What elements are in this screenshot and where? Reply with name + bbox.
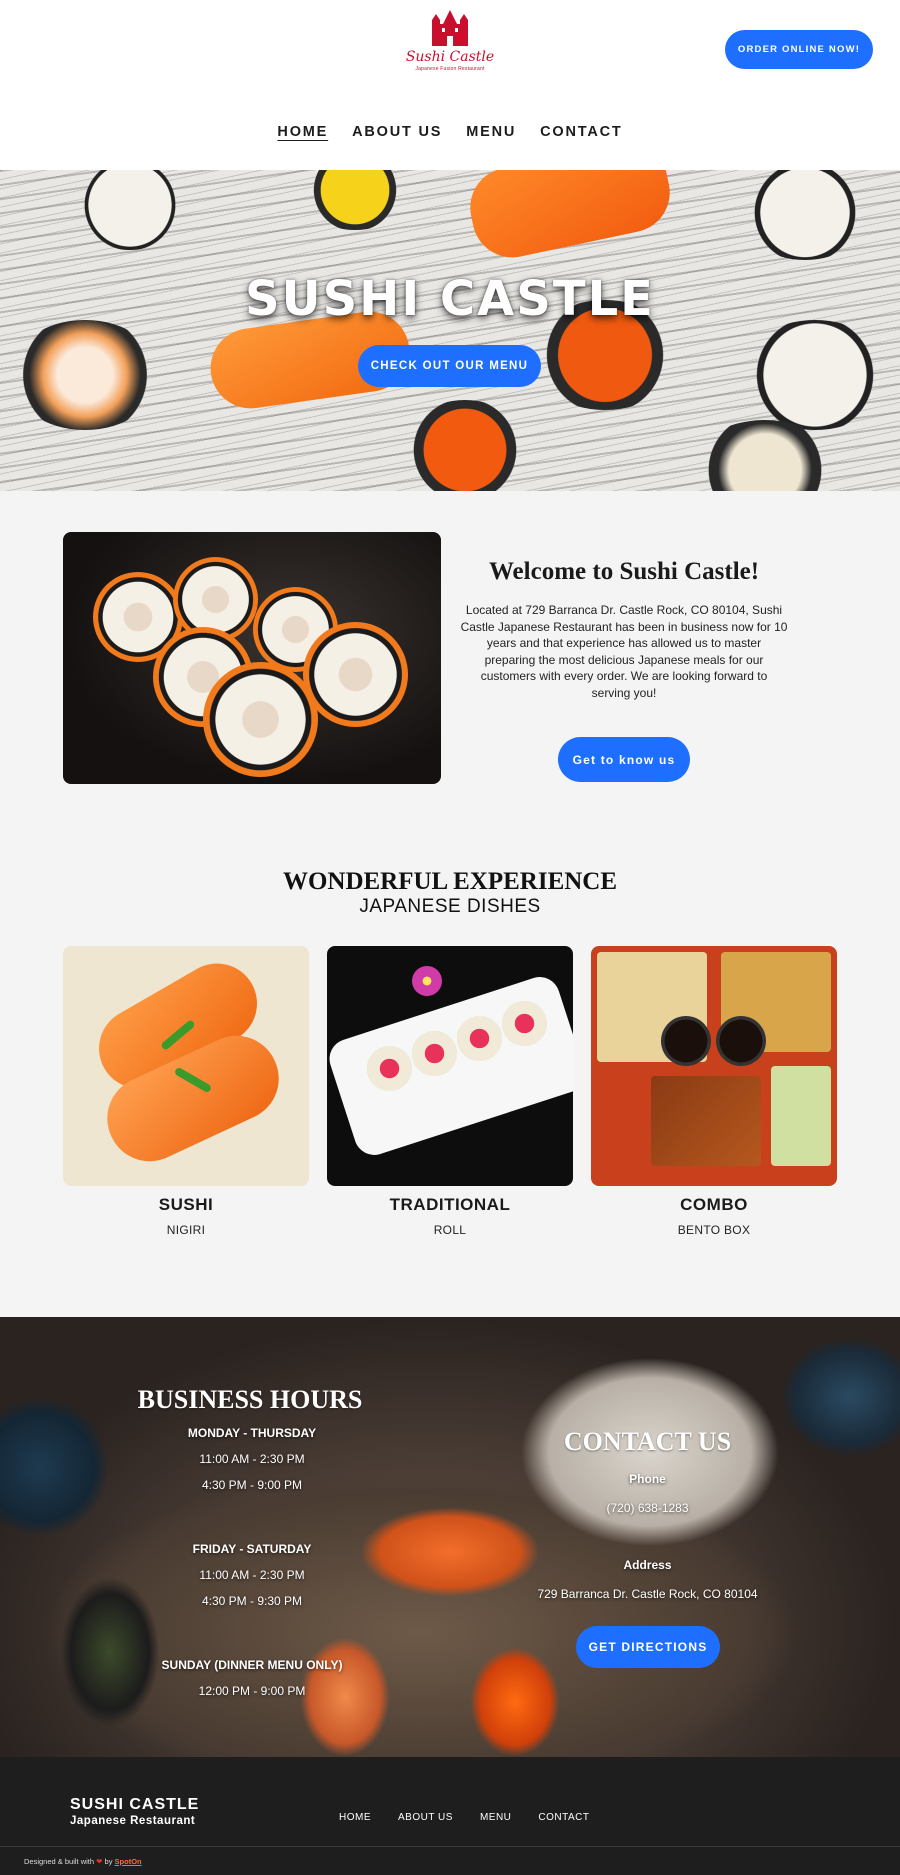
logo-tagline: Japanese Fusion Restaurant (415, 66, 485, 72)
roll-plate-image (327, 946, 573, 1186)
hours-day: SUNDAY (DINNER MENU ONLY) (161, 1658, 343, 1672)
nigiri-image (63, 946, 309, 1186)
hours-fri-sat: FRIDAY - SATURDAY 11:00 AM - 2:30 PM 4:3… (130, 1542, 374, 1608)
credit-text: Designed & built with (24, 1857, 95, 1866)
hero-title: SUSHI CASTLE (245, 271, 655, 327)
dish-card-combo[interactable]: COMBO BENTO BOX (591, 946, 837, 1237)
footer-nav-contact[interactable]: CONTACT (538, 1812, 589, 1823)
dishes-subtitle: JAPANESE DISHES (359, 896, 541, 917)
nav-contact[interactable]: CONTACT (538, 124, 624, 140)
dish-desc: NIGIRI (166, 1223, 206, 1237)
phone-label: Phone (629, 1472, 666, 1486)
business-hours-title: BUSINESS HOURS (137, 1385, 363, 1414)
phone-number[interactable]: (720) 638-1283 (520, 1501, 775, 1515)
logo-name: Sushi Castle (405, 49, 495, 65)
footer-nav-home[interactable]: HOME (339, 1812, 371, 1823)
hours-day: FRIDAY - SATURDAY (192, 1542, 312, 1556)
logo[interactable]: Sushi Castle Japanese Fusion Restaurant (405, 10, 495, 88)
main-nav: HOME ABOUT US MENU CONTACT (0, 124, 900, 140)
site-header: Sushi Castle Japanese Fusion Restaurant … (0, 0, 900, 170)
hours-time: 4:30 PM - 9:00 PM (201, 1478, 303, 1492)
dishes-title: WONDERFUL EXPERIENCE (282, 868, 618, 895)
footer-brand-sub: Japanese Restaurant (70, 1815, 196, 1827)
dish-name: TRADITIONAL (389, 1195, 511, 1214)
nav-menu[interactable]: MENU (464, 124, 518, 140)
site-footer: SUSHI CASTLE Japanese Restaurant HOME AB… (0, 1757, 900, 1875)
hours-day: MONDAY - THURSDAY (187, 1426, 317, 1440)
dish-name: SUSHI (158, 1195, 214, 1214)
footer-nav-menu[interactable]: MENU (480, 1812, 511, 1823)
hours-mon-thu: MONDAY - THURSDAY 11:00 AM - 2:30 PM 4:3… (130, 1426, 374, 1492)
welcome-title: Welcome to Sushi Castle! (488, 558, 760, 585)
hours-time: 12:00 PM - 9:00 PM (198, 1684, 306, 1698)
footer-credit: Designed & built with ❤ by SpotOn (24, 1857, 142, 1866)
nav-home[interactable]: HOME (275, 124, 330, 140)
footer-nav-about-us[interactable]: ABOUT US (398, 1812, 453, 1823)
hours-time: 11:00 AM - 2:30 PM (199, 1568, 305, 1582)
welcome-text: Located at 729 Barranca Dr. Castle Rock,… (460, 603, 788, 700)
dish-desc: BENTO BOX (677, 1223, 751, 1237)
footer-brand[interactable]: SUSHI CASTLE Japanese Restaurant (70, 1796, 199, 1827)
dish-desc: ROLL (433, 1223, 467, 1237)
heart-icon: ❤ (96, 1857, 103, 1866)
dish-card-traditional[interactable]: TRADITIONAL ROLL (327, 946, 573, 1237)
spoton-link[interactable]: SpotOn (115, 1857, 142, 1866)
get-to-know-us-button[interactable]: Get to know us (558, 737, 690, 782)
check-out-menu-button[interactable]: CHECK OUT OUR MENU (358, 345, 541, 387)
get-directions-button[interactable]: GET DIRECTIONS (576, 1626, 720, 1668)
sushi-rolls-image (63, 532, 441, 784)
hours-time: 4:30 PM - 9:30 PM (201, 1594, 303, 1608)
nav-about-us[interactable]: ABOUT US (350, 124, 444, 140)
address-value: 729 Barranca Dr. Castle Rock, CO 80104 (537, 1587, 758, 1601)
hours-sunday: SUNDAY (DINNER MENU ONLY) 12:00 PM - 9:0… (130, 1658, 374, 1698)
castle-logo-icon (432, 10, 468, 46)
hours-time: 11:00 AM - 2:30 PM (199, 1452, 305, 1466)
credit-by: by (104, 1857, 113, 1866)
address-label: Address (623, 1558, 672, 1572)
hero-banner: SUSHI CASTLE CHECK OUT OUR MENU (0, 170, 900, 491)
footer-nav: HOME ABOUT US MENU CONTACT (339, 1812, 589, 1823)
contact-us-title: CONTACT US (563, 1427, 732, 1456)
dish-card-sushi[interactable]: SUSHI NIGIRI (63, 946, 309, 1237)
bento-box-image (591, 946, 837, 1186)
hours-contact-section: BUSINESS HOURS MONDAY - THURSDAY 11:00 A… (0, 1317, 900, 1757)
dish-name: COMBO (680, 1195, 748, 1214)
footer-divider (0, 1846, 900, 1847)
footer-brand-name: SUSHI CASTLE (70, 1796, 200, 1813)
order-online-button[interactable]: ORDER ONLINE NOW! (725, 30, 873, 69)
